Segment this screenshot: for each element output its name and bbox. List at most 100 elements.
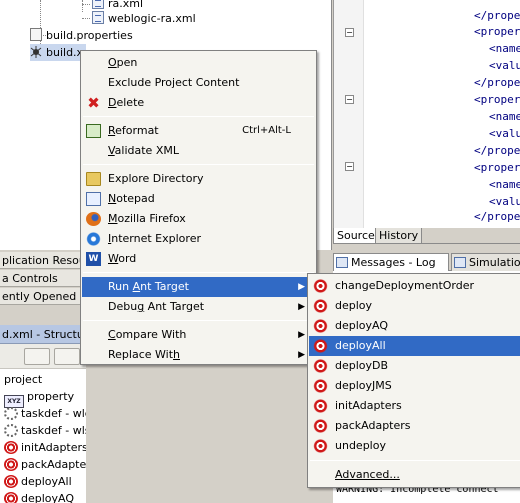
simulations-icon [454, 257, 466, 268]
structure-panel-header: d.xml - Structure [0, 325, 86, 344]
submenu-arrow-icon: ▶ [298, 350, 305, 360]
menu-item-mozilla-firefox[interactable]: Mozilla Firefox [82, 209, 315, 229]
ant-target-icon [4, 475, 18, 488]
structure-item-taskdef-wldeploy[interactable]: taskdef - wldeploy [4, 405, 86, 422]
tree-node-weblogic-ra-xml[interactable]: weblogic-ra.xml [92, 10, 196, 27]
notepad-icon [86, 192, 101, 206]
code-line: <proper [474, 93, 520, 106]
submenu-item-undeploy[interactable]: undeploy [309, 436, 520, 456]
code-line: <proper [474, 25, 520, 38]
code-line: </prope [474, 144, 520, 157]
menu-item-word[interactable]: W Word [82, 249, 315, 269]
submenu-item-deployall[interactable]: deployAll [309, 336, 520, 356]
tab-messages-log[interactable]: Messages - Log [333, 253, 449, 271]
structure-item-packadapters[interactable]: packAdapters [4, 456, 86, 473]
tab-source[interactable]: Source [333, 228, 379, 244]
submenu-item-deployaq[interactable]: deployAQ [309, 316, 520, 336]
gear-icon [4, 407, 18, 420]
menu-item-open[interactable]: Open [82, 53, 315, 73]
structure-item-initadapters[interactable]: initAdapters [4, 439, 86, 456]
properties-file-icon [30, 28, 42, 41]
ant-target-icon [313, 299, 328, 313]
fold-toggle[interactable]: − [345, 162, 354, 171]
structure-item-taskdef-wlst[interactable]: taskdef - wlst [4, 422, 86, 439]
tab-history[interactable]: History [375, 228, 423, 244]
menu-item-exclude-project-content[interactable]: Exclude Project Content [82, 73, 315, 93]
ant-target-icon [313, 339, 328, 353]
submenu-item-changedeploymentorder[interactable]: changeDeploymentOrder [309, 276, 520, 296]
log-tab-bar: Messages - Log Simulations [333, 252, 520, 271]
messages-icon [336, 257, 348, 268]
structure-filter-button[interactable] [54, 348, 80, 365]
menu-item-internet-explorer[interactable]: Internet Explorer [82, 229, 315, 249]
menu-item-run-ant-target[interactable]: Run Ant Target ▶ [82, 277, 315, 297]
submenu-item-deploy[interactable]: deploy [309, 296, 520, 316]
structure-item-deployaq[interactable]: deployAQ [4, 490, 74, 503]
recently-opened-files-tab[interactable]: ently Opened File [0, 288, 86, 305]
code-line: <name [489, 178, 520, 191]
code-line: </prope [474, 9, 520, 22]
ant-target-icon [313, 359, 328, 373]
structure-item-property[interactable]: XYZ property [4, 388, 74, 408]
gear-icon [4, 424, 18, 437]
tree-node-build-properties[interactable]: build.properties [30, 27, 133, 44]
code-line: <valu [489, 127, 520, 140]
code-line: <proper [474, 161, 520, 174]
submenu-arrow-icon: ▶ [298, 282, 305, 292]
code-line: </prope [474, 76, 520, 89]
fold-toggle[interactable]: − [345, 28, 354, 37]
submenu-arrow-icon: ▶ [298, 302, 305, 312]
structure-item-deployall[interactable]: deployAll [4, 473, 72, 490]
menu-item-explore-directory[interactable]: Explore Directory [82, 169, 315, 189]
editor-tab-bar: Source History [333, 228, 520, 244]
submenu-item-advanced[interactable]: Advanced... [309, 465, 520, 485]
ant-target-icon [313, 399, 328, 413]
ant-target-icon [313, 379, 328, 393]
reformat-icon [86, 124, 101, 138]
ant-target-icon [4, 458, 18, 471]
code-editor[interactable]: − − − </prope <proper <name <valu </prop… [333, 0, 520, 228]
structure-options-button[interactable] [24, 348, 50, 365]
xml-file-icon [92, 0, 104, 9]
menu-separator [83, 116, 314, 117]
menu-separator [310, 460, 520, 461]
xml-file-icon [92, 11, 104, 24]
menu-item-notepad[interactable]: Notepad [82, 189, 315, 209]
ant-target-icon [313, 419, 328, 433]
ant-target-submenu: changeDeploymentOrder deploy deployAQ de… [307, 273, 520, 488]
submenu-item-initadapters[interactable]: initAdapters [309, 396, 520, 416]
submenu-item-deployjms[interactable]: deployJMS [309, 376, 520, 396]
menu-separator [83, 164, 314, 165]
ant-target-icon [313, 279, 328, 293]
structure-tree: project XYZproperty taskdef - wldeploy t… [0, 369, 86, 503]
code-line: </prope [474, 210, 520, 223]
ant-target-icon [4, 441, 18, 454]
ant-build-file-icon [30, 46, 42, 59]
structure-root[interactable]: project [4, 371, 42, 388]
menu-item-debug-ant-target[interactable]: Debug Ant Target ▶ [82, 297, 315, 317]
menu-item-validate-xml[interactable]: Validate XML [82, 141, 315, 161]
firefox-icon [86, 212, 101, 226]
editor-gutter: − − − [334, 0, 364, 228]
menu-separator [83, 320, 314, 321]
submenu-item-deploydb[interactable]: deployDB [309, 356, 520, 376]
menu-item-compare-with[interactable]: Compare With ▶ [82, 325, 315, 345]
tab-simulations[interactable]: Simulations [451, 253, 520, 271]
tree-node-build-xml[interactable]: build.xml [30, 44, 86, 61]
advanced-label: Advanced... [335, 468, 400, 481]
menu-item-replace-with[interactable]: Replace With ▶ [82, 345, 315, 365]
submenu-item-packadapters[interactable]: packAdapters [309, 416, 520, 436]
code-line: <valu [489, 59, 520, 72]
data-controls-tab[interactable]: a Controls [0, 270, 86, 287]
folder-icon [86, 172, 101, 186]
delete-icon: ✖ [87, 94, 100, 112]
menu-item-reformat[interactable]: Reformat Ctrl+Alt-L [82, 121, 315, 141]
code-line: <name [489, 42, 520, 55]
context-menu: Open Exclude Project Content ✖ Delete Re… [80, 50, 317, 365]
ant-target-icon [4, 492, 18, 503]
panel-divider [0, 306, 86, 325]
fold-toggle[interactable]: − [345, 95, 354, 104]
code-line: <name [489, 110, 520, 123]
menu-item-delete[interactable]: ✖ Delete [82, 93, 315, 113]
application-resources-tab[interactable]: plication Resource [0, 252, 86, 269]
